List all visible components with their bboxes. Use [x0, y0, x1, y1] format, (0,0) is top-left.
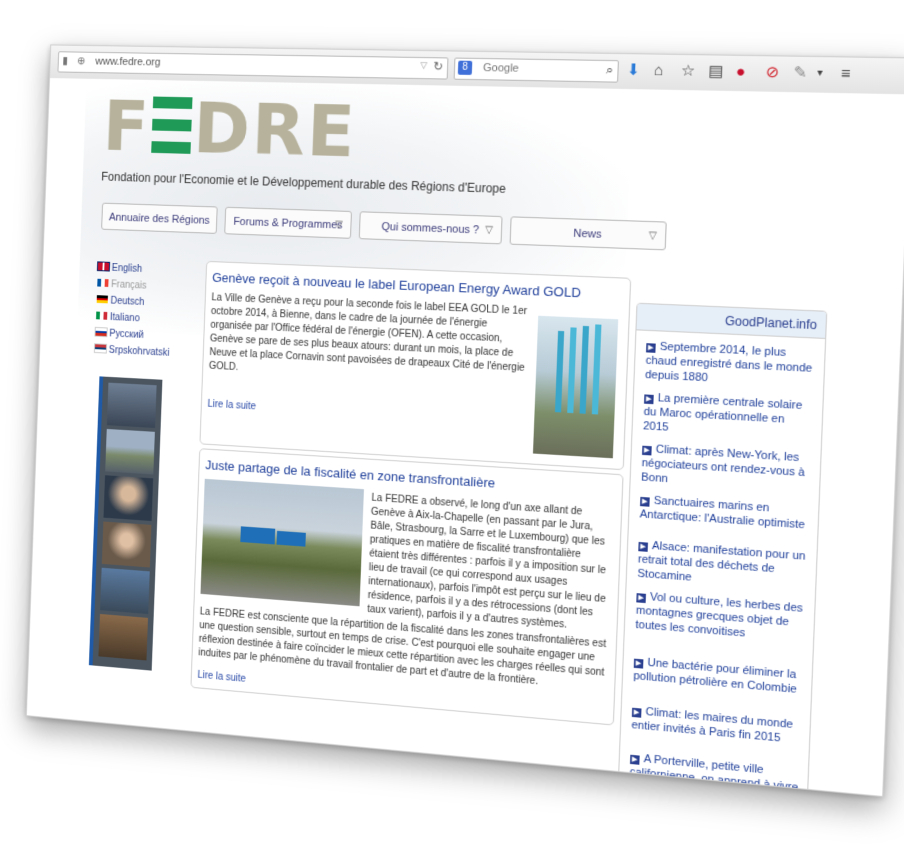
language-italiano[interactable]: Italiano: [96, 312, 140, 325]
extension-icon[interactable]: ✎: [793, 64, 807, 83]
germany-flag-icon: [97, 295, 108, 303]
browser-window: ▮ ⊕ www.fedre.org ▽ ↻ 8 Google ⌕ ⬇ ⌂ ☆ ▤…: [26, 44, 904, 797]
photo-conference[interactable]: [107, 383, 157, 428]
arrow-bullet-icon: ▶: [646, 343, 656, 353]
reading-list-icon[interactable]: ▤: [708, 63, 724, 82]
news-item-text: Sanctuaires marins en Antarctique: l'Aus…: [639, 495, 805, 532]
news-item[interactable]: ▶ Sanctuaires marins en Antarctique: l'Au…: [639, 493, 809, 533]
news-item-text: Climat: après New-York, les négociateurs…: [641, 443, 805, 485]
home-icon[interactable]: ⌂: [653, 62, 663, 81]
news-item-text: Une bactérie pour éliminer la pollution …: [633, 657, 797, 696]
fedre-logo[interactable]: F DRE: [102, 91, 358, 168]
address-bar[interactable]: ▮ ⊕ www.fedre.org ▽ ↻: [57, 51, 448, 79]
search-bar[interactable]: 8 Google ⌕: [454, 58, 619, 83]
language-label: Français: [111, 279, 147, 291]
stop-icon[interactable]: ⊘: [765, 64, 779, 83]
nav-news[interactable]: News ▽: [510, 216, 667, 250]
arrow-bullet-icon: ▶: [642, 446, 652, 456]
arrow-bullet-icon: ▶: [640, 497, 650, 507]
download-icon[interactable]: ⬇: [626, 61, 640, 80]
news-item[interactable]: ▶ Climat: après New-York, les négociateur…: [641, 442, 812, 496]
google-icon[interactable]: 8: [458, 61, 473, 75]
article-card-geneve: Genève reçoit à nouveau le label Europea…: [199, 261, 631, 470]
article-photo-flags[interactable]: [533, 316, 618, 459]
nav-annuaire-regions[interactable]: Annuaire des Régions: [101, 203, 218, 234]
news-item[interactable]: ▶ Une bactérie pour éliminer la pollution…: [633, 655, 803, 698]
photo-speaker-3[interactable]: [100, 568, 150, 614]
chevron-down-icon: ▽: [335, 211, 344, 239]
menu-icon[interactable]: ≡: [841, 65, 851, 84]
russia-flag-icon: [95, 328, 106, 336]
bookmark-star-icon[interactable]: ☆: [681, 62, 696, 81]
news-item-text: La première centrale solaire du Maroc op…: [643, 392, 803, 434]
language-label: Русский: [109, 329, 144, 341]
logo-e-mark: [151, 97, 192, 154]
news-item[interactable]: ▶ La première centrale solaire du Maroc o…: [643, 390, 814, 443]
language-srpskohrvatski[interactable]: Srpskohrvatski: [95, 344, 170, 358]
news-item-text: Alsace: manifestation pour un retrait to…: [637, 540, 806, 584]
page: F DRE Fondation pour l'Economie et le Dév…: [27, 78, 904, 796]
arrow-bullet-icon: ▶: [636, 593, 646, 603]
read-more-link[interactable]: Lire la suite: [197, 670, 246, 685]
nav-label: News: [573, 228, 602, 241]
adblock-icon[interactable]: ●: [736, 63, 746, 82]
photo-speaker-1[interactable]: [104, 475, 154, 521]
language-english[interactable]: English: [98, 262, 143, 274]
nav-label: Forums & Programmes: [233, 216, 343, 232]
nav-forums-programmes[interactable]: Forums & Programmes ▽: [224, 207, 352, 239]
photo-meeting-room[interactable]: [98, 614, 148, 661]
read-more-link[interactable]: Lire la suite: [207, 399, 256, 412]
photo-speaker-2[interactable]: [102, 521, 152, 567]
arrow-bullet-icon: ▶: [632, 708, 642, 718]
news-item-text: Septembre 2014, le plus chaud enregistré…: [645, 341, 813, 385]
url-text[interactable]: www.fedre.org: [95, 56, 160, 69]
language-label: Italiano: [110, 312, 140, 324]
nav-label: Qui sommes-nous ?: [381, 221, 479, 236]
article-photo-border-highway[interactable]: [200, 479, 363, 606]
arrow-bullet-icon: ▶: [638, 542, 648, 552]
article-card-fiscalite: Juste partage de la fiscalité en zone tr…: [190, 448, 623, 725]
photo-highway[interactable]: [105, 429, 155, 475]
arrow-bullet-icon: ▶: [634, 659, 644, 669]
news-item[interactable]: ▶ Climat: les maires du monde entier invi…: [631, 704, 801, 748]
goodplanet-title[interactable]: GoodPlanet.info: [636, 304, 826, 339]
search-placeholder[interactable]: Google: [483, 62, 519, 75]
news-item-text: Climat: les maires du monde entier invit…: [631, 706, 793, 745]
chevron-down-icon: ▽: [485, 217, 494, 246]
stage: ▮ ⊕ www.fedre.org ▽ ↻ 8 Google ⌕ ⬇ ⌂ ☆ ▤…: [0, 0, 904, 865]
search-icon[interactable]: ⌕: [606, 62, 614, 78]
globe-icon: ⊕: [77, 54, 86, 67]
news-item[interactable]: ▶ Alsace: manifestation pour un retrait t…: [637, 538, 808, 593]
news-item[interactable]: ▶ Septembre 2014, le plus chaud enregistr…: [645, 339, 816, 391]
arrow-bullet-icon: ▶: [644, 394, 654, 404]
news-item-text: A Porterville, petite ville californienn…: [629, 753, 799, 797]
article-body-part1: La FEDRE a observé, le long d'un axe all…: [367, 492, 613, 636]
arrow-bullet-icon: ▶: [630, 755, 640, 765]
language-label: Deutsch: [110, 296, 144, 308]
chevron-down-icon: ▽: [648, 222, 657, 251]
logo-letters-dre: DRE: [192, 87, 358, 174]
dropdown-arrow-icon[interactable]: ▽: [420, 60, 427, 71]
news-item[interactable]: ▶ A Porterville, petite ville californien…: [629, 751, 800, 797]
logo-letter-f: F: [102, 85, 152, 167]
italy-flag-icon: [96, 312, 107, 320]
article-body: La Ville de Genève a reçu pour la second…: [209, 291, 529, 390]
bookmarks-icon[interactable]: ▮: [62, 54, 68, 67]
language-russian[interactable]: Русский: [95, 328, 143, 341]
nav-qui-sommes-nous[interactable]: Qui sommes-nous ? ▽: [359, 211, 503, 244]
language-deutsch[interactable]: Deutsch: [97, 295, 145, 308]
photo-strip: [89, 376, 163, 670]
reload-icon[interactable]: ↻: [433, 59, 444, 73]
chevron-down-icon[interactable]: ▾: [817, 64, 823, 83]
news-item-text: Vol ou culture, les herbes des montagnes…: [635, 591, 803, 640]
language-label: Srpskohrvatski: [109, 345, 170, 359]
news-item[interactable]: ▶ Vol ou culture, les herbes des montagne…: [635, 589, 806, 645]
language-francais[interactable]: Français: [97, 279, 147, 292]
serbia-flag-icon: [95, 344, 106, 352]
uk-flag-icon: [98, 262, 109, 270]
goodplanet-panel: GoodPlanet.info ▶ Septembre 2014, le plus…: [618, 303, 828, 797]
france-flag-icon: [97, 279, 108, 287]
nav-label: Annuaire des Régions: [109, 212, 210, 227]
language-label: English: [112, 263, 143, 275]
